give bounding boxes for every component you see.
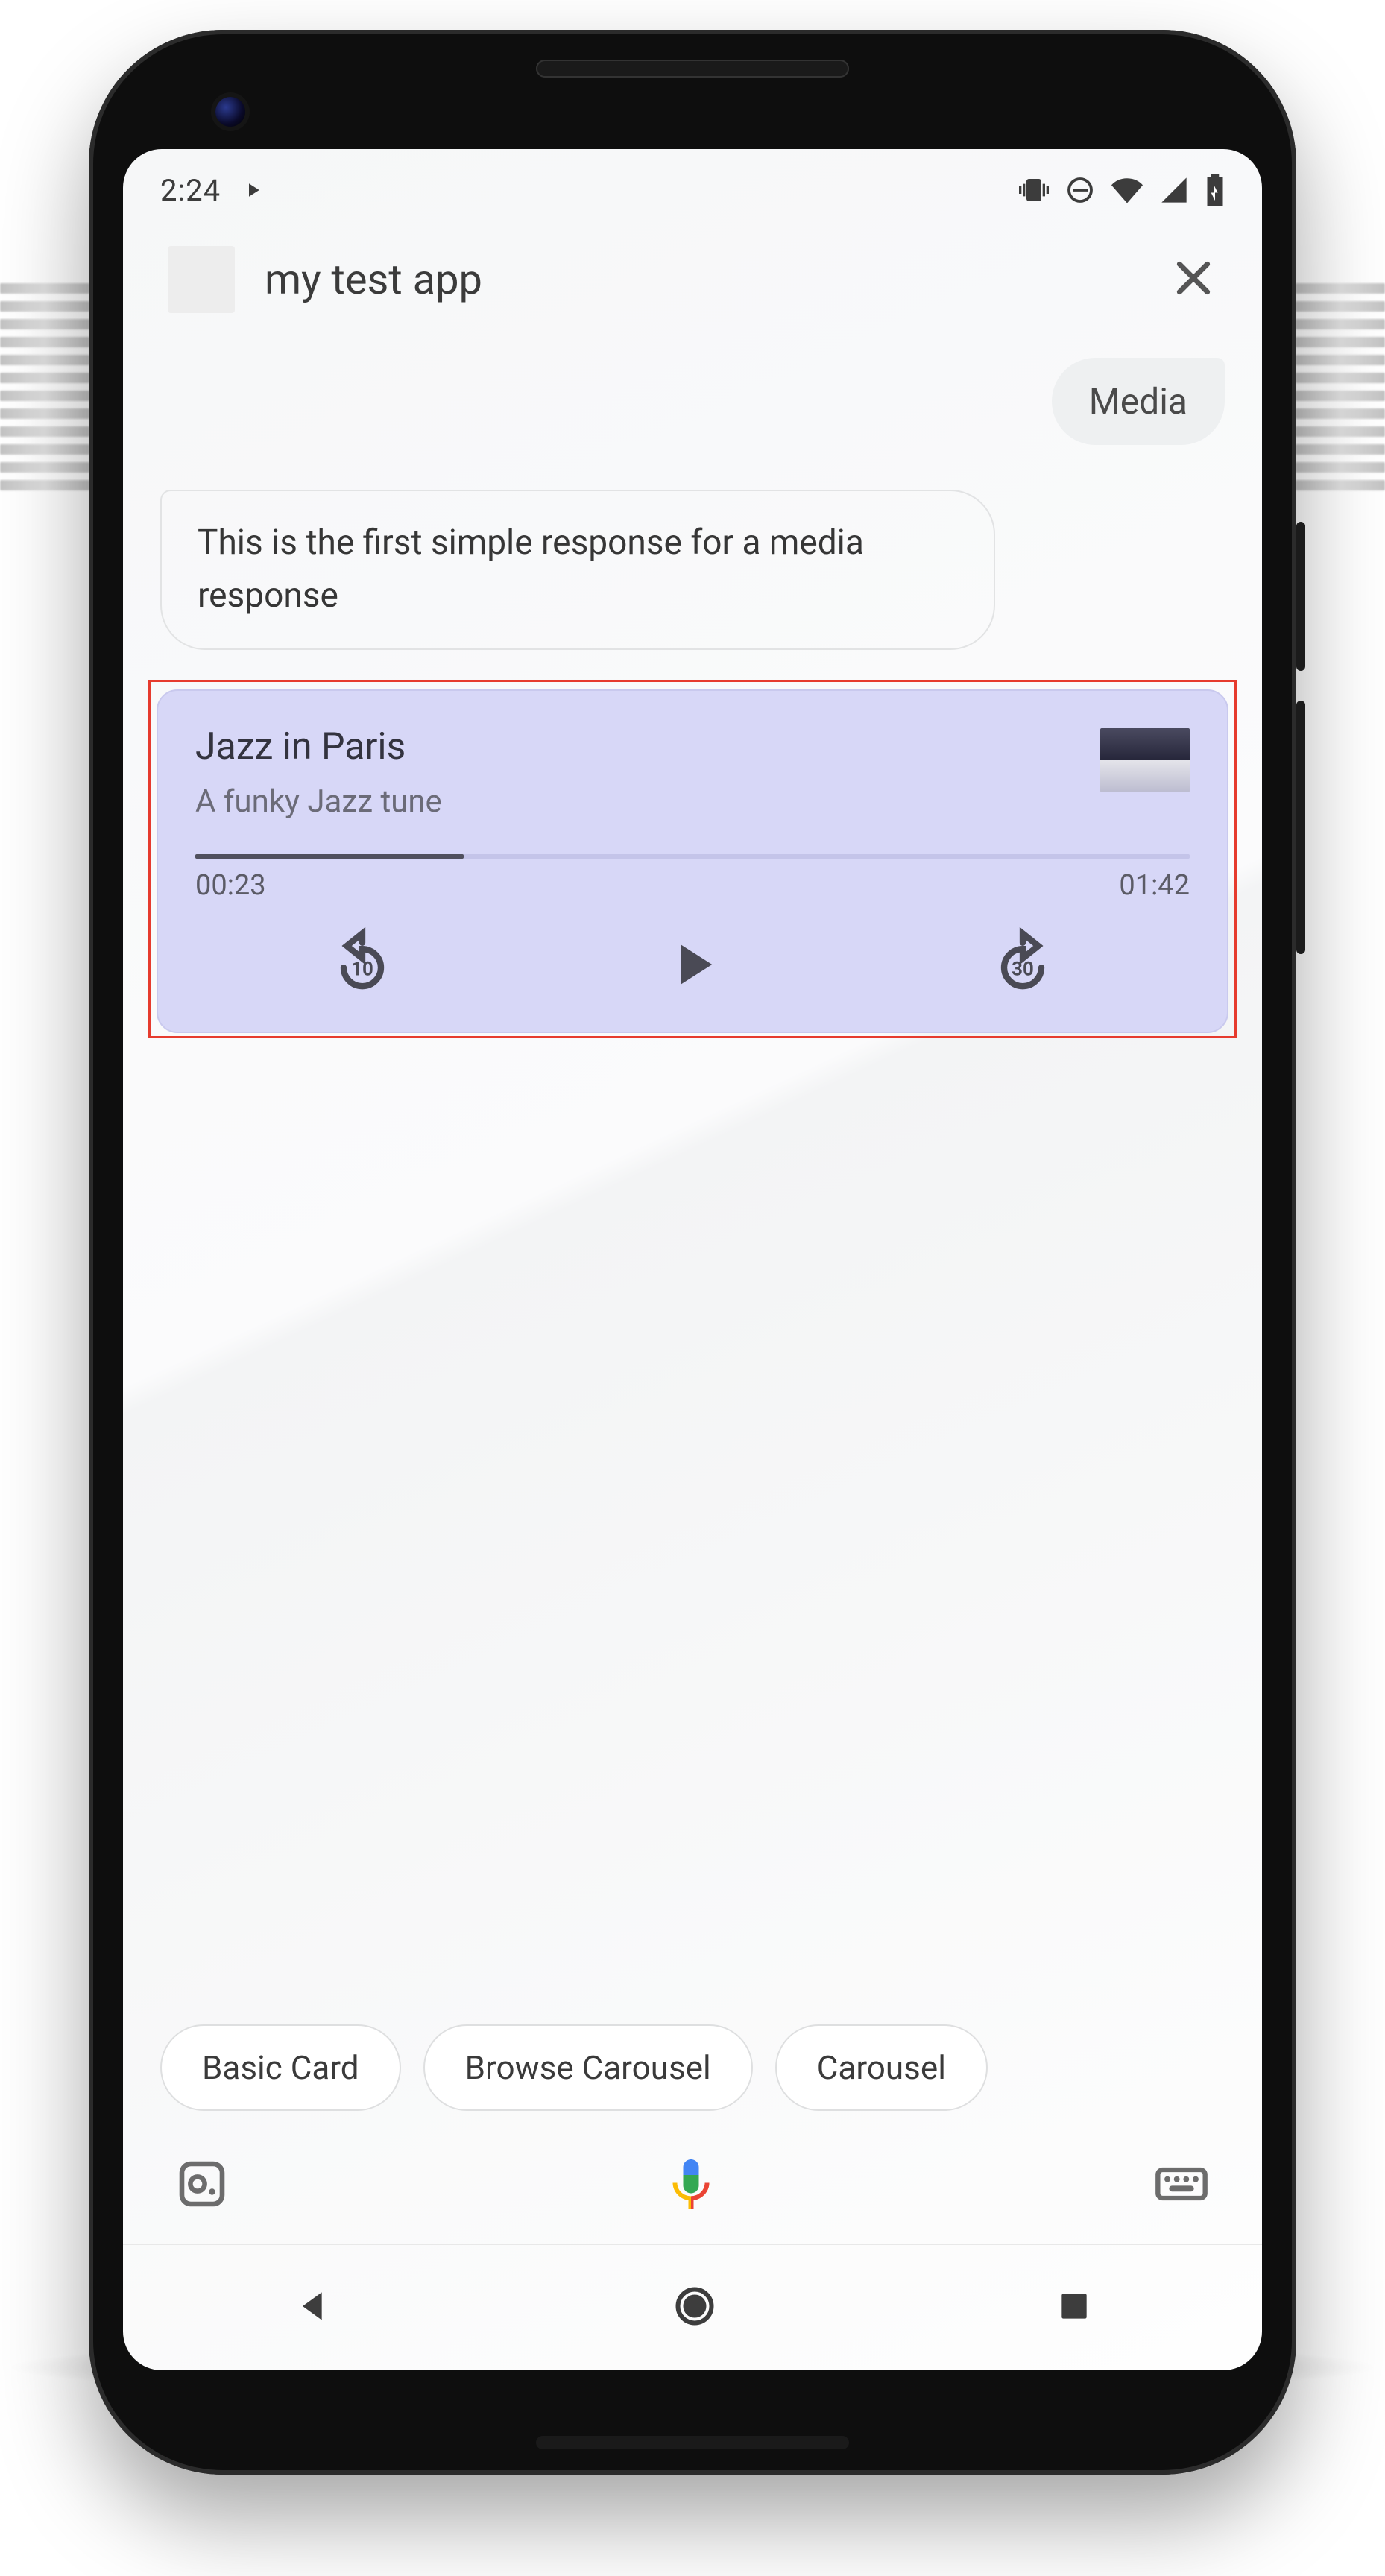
overview-button[interactable] <box>1056 2288 1093 2328</box>
suggestion-chip[interactable]: Carousel <box>775 2024 988 2111</box>
conversation-area: Media This is the first simple response … <box>123 335 1262 2024</box>
app-header: my test app <box>123 231 1262 335</box>
battery-charging-icon <box>1205 174 1225 206</box>
lens-icon[interactable] <box>175 2157 229 2214</box>
media-title: Jazz in Paris <box>195 725 1100 768</box>
front-camera <box>215 97 245 127</box>
wifi-icon <box>1111 174 1143 206</box>
mic-button[interactable] <box>660 2154 722 2217</box>
suggestion-chip[interactable]: Browse Carousel <box>423 2024 753 2111</box>
play-indicator-icon <box>242 179 264 201</box>
assistant-input-bar <box>123 2141 1262 2244</box>
back-button[interactable] <box>292 2285 334 2330</box>
earpiece <box>536 60 849 78</box>
media-elapsed-time: 00:23 <box>195 869 266 902</box>
media-total-time: 01:42 <box>1119 869 1190 902</box>
statusbar: 2:24 <box>123 149 1262 231</box>
home-button[interactable] <box>672 2284 717 2332</box>
app-icon-placeholder <box>168 246 235 313</box>
keyboard-icon[interactable] <box>1153 2156 1210 2215</box>
user-message-bubble: Media <box>1052 358 1225 445</box>
forward-30-button[interactable]: 30 <box>985 927 1060 1002</box>
media-thumbnail <box>1100 728 1190 792</box>
cell-signal-icon <box>1159 175 1189 205</box>
suggestion-chips-row: Basic Card Browse Carousel Carousel <box>123 2024 1262 2141</box>
decorative-stripes-left <box>0 0 89 2576</box>
suggestion-chip[interactable]: Basic Card <box>160 2024 401 2111</box>
vibrate-icon <box>1019 175 1049 205</box>
media-response-card: Jazz in Paris A funky Jazz tune 00:23 01… <box>157 689 1228 1033</box>
play-button[interactable] <box>659 931 726 998</box>
bottom-speaker <box>536 2436 849 2449</box>
media-subtitle: A funky Jazz tune <box>195 783 1100 820</box>
bot-message-bubble: This is the first simple response for a … <box>160 490 995 650</box>
app-title: my test app <box>265 255 482 304</box>
rewind-10-button[interactable]: 10 <box>325 927 400 1002</box>
decorative-stripes-right <box>1296 0 1385 2576</box>
annotation-highlight-box: Jazz in Paris A funky Jazz tune 00:23 01… <box>148 680 1237 1038</box>
screen: 2:24 <box>123 149 1262 2370</box>
close-button[interactable] <box>1170 254 1217 305</box>
android-nav-bar <box>123 2244 1262 2370</box>
svg-text:30: 30 <box>1012 958 1034 980</box>
media-progress-bar[interactable] <box>195 854 1190 859</box>
do-not-disturb-icon <box>1065 175 1095 205</box>
side-button <box>1296 522 1305 671</box>
statusbar-clock: 2:24 <box>160 173 221 208</box>
phone-frame: 2:24 <box>89 30 1296 2475</box>
side-button <box>1296 701 1305 954</box>
media-progress-fill <box>195 854 464 859</box>
svg-text:10: 10 <box>351 958 373 980</box>
